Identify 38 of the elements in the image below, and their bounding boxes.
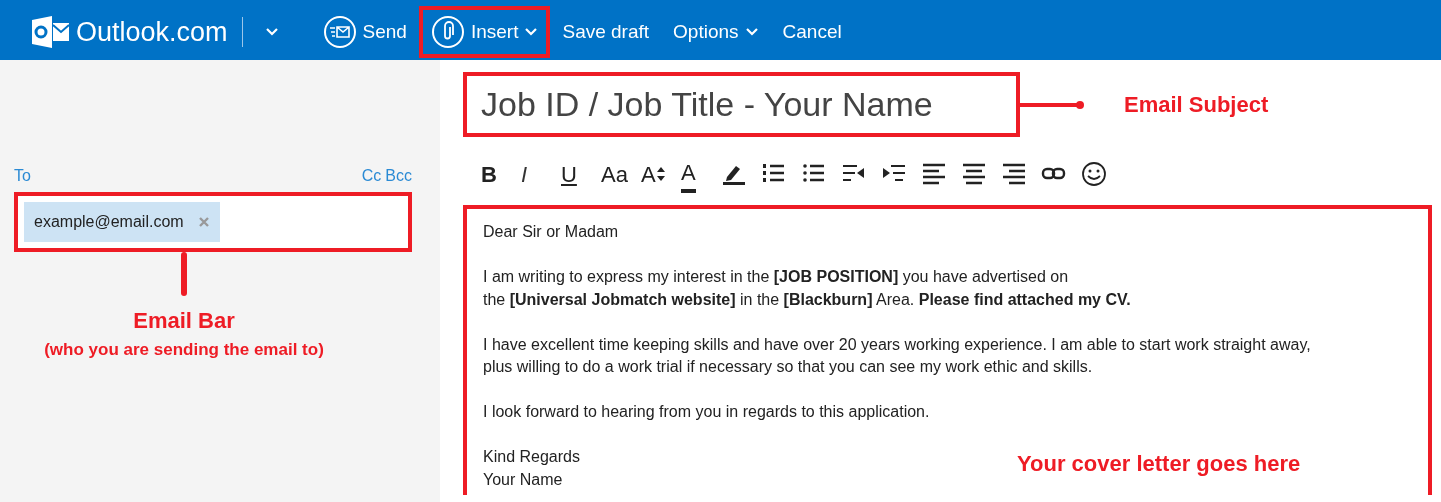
envelope-icon — [30, 15, 70, 49]
toolbar-button[interactable]: Cancel — [770, 6, 854, 58]
toolbar-button[interactable]: Save draft — [550, 6, 662, 58]
body-text: Kind Regards — [483, 447, 580, 467]
message-body-field[interactable] — [463, 205, 1432, 495]
smiley-icon — [1081, 161, 1107, 187]
app-logo-text: Outlook.com — [76, 15, 228, 49]
font-button[interactable]: Aa — [601, 159, 641, 189]
body-text: Dear Sir or Madam — [483, 222, 619, 242]
align-center-icon — [961, 161, 987, 187]
annotation-label: Your cover letter goes here — [1017, 453, 1301, 476]
italic-button[interactable]: I — [521, 159, 561, 189]
paperclip-icon — [430, 15, 465, 49]
recipient-chip[interactable]: example@email.com — [24, 202, 220, 242]
leader-line — [1020, 99, 1086, 110]
body-text: plus willing to do a work trial if necessary so that you can see my work ethic and skills. — [483, 357, 1093, 377]
insert-button[interactable]: Insert — [418, 6, 551, 58]
underline-button[interactable]: U — [561, 159, 601, 189]
body-text: Your Name — [483, 469, 563, 490]
bold-button[interactable]: B — [481, 159, 521, 189]
arrows-icon — [655, 166, 666, 182]
body-text: the [Universal Jobmatch website] in the [Blackburn] Area. Please find attached my CV. — [483, 289, 1131, 310]
align-right-icon — [1001, 161, 1027, 187]
chevron-down-icon — [264, 27, 279, 37]
body-text: I have excellent time keeping skills and have over 20 years working experience. I am able to start work straight away, — [483, 334, 1311, 355]
font-size-button[interactable]: A — [641, 159, 681, 189]
annotation-label: Email Bar — [133, 307, 235, 335]
align-left-icon — [921, 161, 947, 187]
toolbar-button[interactable]: Options — [661, 6, 771, 58]
remove-icon — [197, 216, 210, 228]
email-bar-field[interactable]: example@email.com — [14, 192, 412, 252]
body-text: I look forward to hearing from you in regards to this application. — [483, 402, 930, 422]
annotation-label: Email Subject — [1124, 91, 1269, 119]
annotation-note: (who you are sending the email to) — [44, 339, 324, 361]
body-text: I am writing to express my interest in the [JOB POSITION] you have advertised on — [483, 267, 1069, 287]
send-icon — [322, 15, 357, 49]
subject-field[interactable]: Job ID / Job Title - Your Name — [463, 72, 1020, 137]
send-button[interactable]: Send — [310, 6, 419, 58]
